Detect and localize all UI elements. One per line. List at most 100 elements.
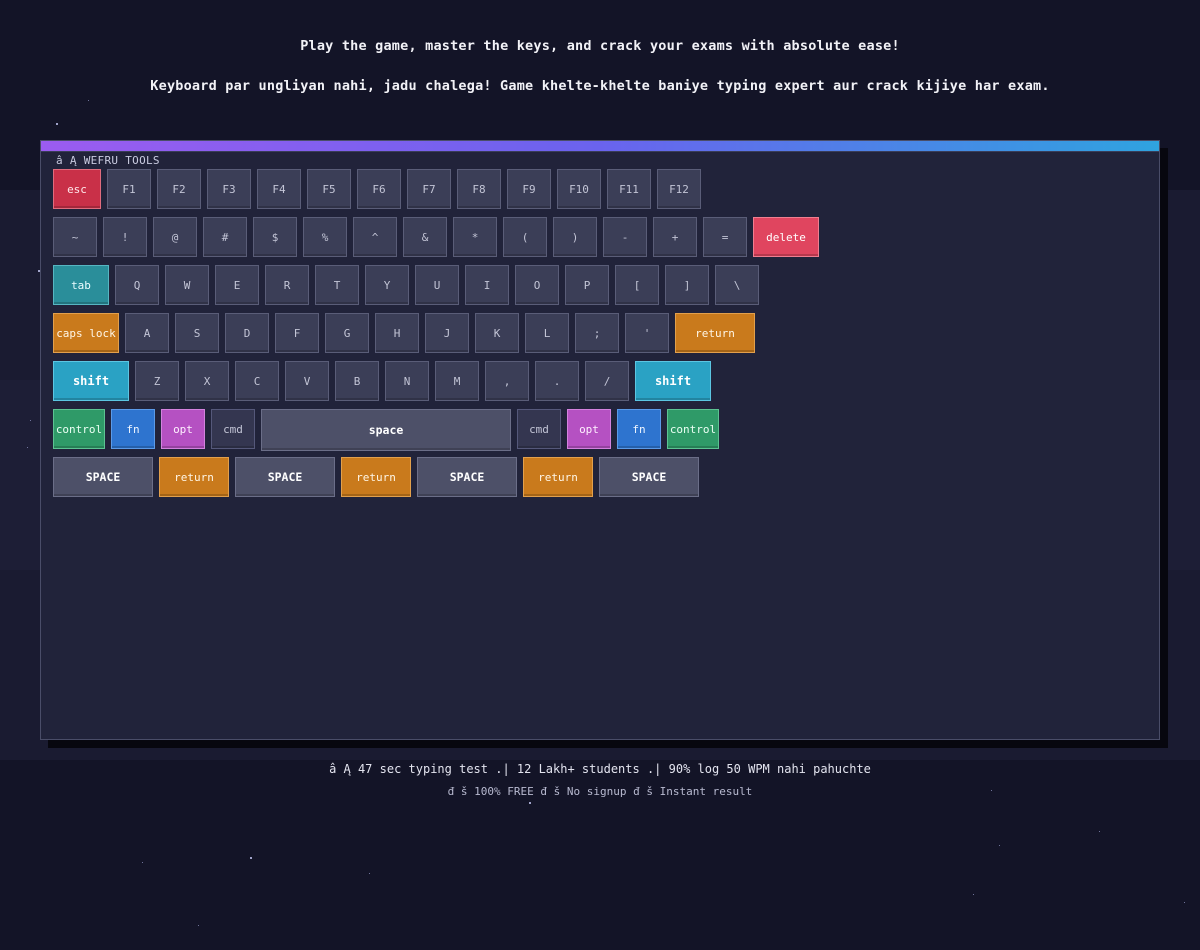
key-bracket-left[interactable]: [: [615, 265, 659, 305]
key-comma[interactable]: ,: [485, 361, 529, 401]
key-space[interactable]: space: [261, 409, 511, 451]
key-exclamation[interactable]: !: [103, 217, 147, 257]
key-opt[interactable]: opt: [567, 409, 611, 449]
key-f5[interactable]: F5: [307, 169, 351, 209]
key-a[interactable]: A: [125, 313, 169, 353]
star: [999, 845, 1000, 846]
key-f4[interactable]: F4: [257, 169, 301, 209]
key-equals[interactable]: =: [703, 217, 747, 257]
key-space-extra[interactable]: SPACE: [235, 457, 335, 497]
key-x[interactable]: X: [185, 361, 229, 401]
key-fn[interactable]: fn: [111, 409, 155, 449]
star: [1099, 831, 1100, 832]
star: [1184, 902, 1185, 903]
key-g[interactable]: G: [325, 313, 369, 353]
key-z[interactable]: Z: [135, 361, 179, 401]
key-f7[interactable]: F7: [407, 169, 451, 209]
key-c[interactable]: C: [235, 361, 279, 401]
key-esc[interactable]: esc: [53, 169, 101, 209]
key-f1[interactable]: F1: [107, 169, 151, 209]
stats-line: â Ą 47 sec typing test .| 12 Lakh+ stude…: [329, 762, 871, 776]
key-opt[interactable]: opt: [161, 409, 205, 449]
panel-title: â Ą WEFRU TOOLS: [56, 154, 160, 167]
key-f11[interactable]: F11: [607, 169, 651, 209]
key-return[interactable]: return: [675, 313, 755, 353]
star: [250, 857, 252, 859]
key-e[interactable]: E: [215, 265, 259, 305]
tagline-hinglish: Keyboard par ungliyan nahi, jadu chalega…: [150, 78, 1050, 94]
key-quote[interactable]: ': [625, 313, 669, 353]
key-control[interactable]: control: [53, 409, 105, 449]
key-backslash[interactable]: \: [715, 265, 759, 305]
key-semicolon[interactable]: ;: [575, 313, 619, 353]
key-h[interactable]: H: [375, 313, 419, 353]
key-u[interactable]: U: [415, 265, 459, 305]
key-cmd[interactable]: cmd: [211, 409, 255, 449]
key-k[interactable]: K: [475, 313, 519, 353]
star: [88, 100, 89, 101]
key-q[interactable]: Q: [115, 265, 159, 305]
key-plus[interactable]: +: [653, 217, 697, 257]
key-shift[interactable]: shift: [53, 361, 129, 401]
key-shift[interactable]: shift: [635, 361, 711, 401]
key-tab[interactable]: tab: [53, 265, 109, 305]
key-minus[interactable]: -: [603, 217, 647, 257]
key-tilde[interactable]: ~: [53, 217, 97, 257]
key-v[interactable]: V: [285, 361, 329, 401]
key-s[interactable]: S: [175, 313, 219, 353]
key-dollar[interactable]: $: [253, 217, 297, 257]
key-f12[interactable]: F12: [657, 169, 701, 209]
key-asterisk[interactable]: *: [453, 217, 497, 257]
key-f[interactable]: F: [275, 313, 319, 353]
star: [30, 420, 31, 421]
key-m[interactable]: M: [435, 361, 479, 401]
key-t[interactable]: T: [315, 265, 359, 305]
star: [198, 925, 199, 926]
key-paren-left[interactable]: (: [503, 217, 547, 257]
key-paren-right[interactable]: ): [553, 217, 597, 257]
key-hash[interactable]: #: [203, 217, 247, 257]
key-space-extra[interactable]: SPACE: [53, 457, 153, 497]
key-f9[interactable]: F9: [507, 169, 551, 209]
key-fn[interactable]: fn: [617, 409, 661, 449]
key-r[interactable]: R: [265, 265, 309, 305]
key-j[interactable]: J: [425, 313, 469, 353]
key-o[interactable]: O: [515, 265, 559, 305]
key-w[interactable]: W: [165, 265, 209, 305]
star: [142, 862, 143, 863]
key-caret[interactable]: ^: [353, 217, 397, 257]
key-return-extra[interactable]: return: [523, 457, 593, 497]
star: [27, 447, 28, 448]
key-f3[interactable]: F3: [207, 169, 251, 209]
star: [529, 802, 531, 804]
key-cmd[interactable]: cmd: [517, 409, 561, 449]
key-l[interactable]: L: [525, 313, 569, 353]
key-i[interactable]: I: [465, 265, 509, 305]
key-space-extra[interactable]: SPACE: [599, 457, 699, 497]
key-f8[interactable]: F8: [457, 169, 501, 209]
key-p[interactable]: P: [565, 265, 609, 305]
key-space-extra[interactable]: SPACE: [417, 457, 517, 497]
key-control[interactable]: control: [667, 409, 719, 449]
key-percent[interactable]: %: [303, 217, 347, 257]
key-bracket-right[interactable]: ]: [665, 265, 709, 305]
key-return-extra[interactable]: return: [341, 457, 411, 497]
key-caps-lock[interactable]: caps lock: [53, 313, 119, 353]
key-at[interactable]: @: [153, 217, 197, 257]
key-period[interactable]: .: [535, 361, 579, 401]
star: [369, 873, 370, 874]
key-f6[interactable]: F6: [357, 169, 401, 209]
key-b[interactable]: B: [335, 361, 379, 401]
star: [973, 894, 974, 895]
tagline-english: Play the game, master the keys, and crac…: [300, 38, 900, 54]
key-y[interactable]: Y: [365, 265, 409, 305]
key-f2[interactable]: F2: [157, 169, 201, 209]
key-f10[interactable]: F10: [557, 169, 601, 209]
panel-divider: [41, 151, 1159, 152]
key-n[interactable]: N: [385, 361, 429, 401]
key-delete[interactable]: delete: [753, 217, 819, 257]
key-return-extra[interactable]: return: [159, 457, 229, 497]
key-ampersand[interactable]: &: [403, 217, 447, 257]
key-d[interactable]: D: [225, 313, 269, 353]
key-slash[interactable]: /: [585, 361, 629, 401]
